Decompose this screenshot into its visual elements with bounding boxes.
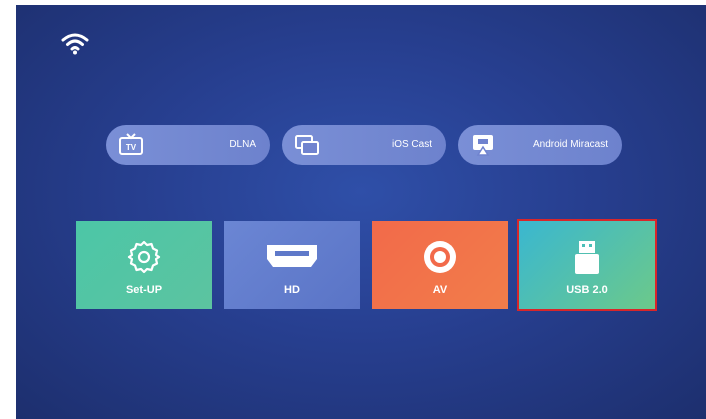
hd-label: HD [284,284,300,296]
svg-text:TV: TV [126,143,137,152]
hdmi-icon [267,245,317,267]
hd-tile[interactable]: HD [224,221,360,309]
cast-ios-button[interactable]: iOS Cast [282,125,446,165]
av-label: AV [432,284,448,296]
cast-dlna-button[interactable]: TV DLNA [106,125,270,165]
home-screen: TV DLNA iOS Cast Android Miracast Set-UP… [16,5,706,419]
setup-label: Set-UP [125,284,163,296]
screen-mirror-icon [295,135,319,155]
gear-icon [127,240,161,274]
cast-miracast-button[interactable]: Android Miracast [458,125,622,165]
setup-tile[interactable]: Set-UP [76,221,212,309]
usb-label: USB 2.0 [566,284,608,296]
cast-options: TV DLNA iOS Cast Android Miracast [16,125,706,165]
cast-ios-label: iOS Cast [391,139,432,150]
tv-icon: TV [119,133,143,155]
usb-icon [575,241,599,274]
usb-tile[interactable]: USB 2.0 [517,219,657,311]
av-icon [424,241,456,273]
wifi-icon [61,33,89,55]
cast-dlna-label: DLNA [229,139,256,150]
cast-screen-icon [473,135,493,156]
cast-miracast-label: Android Miracast [532,139,608,150]
av-tile[interactable]: AV [372,221,508,309]
